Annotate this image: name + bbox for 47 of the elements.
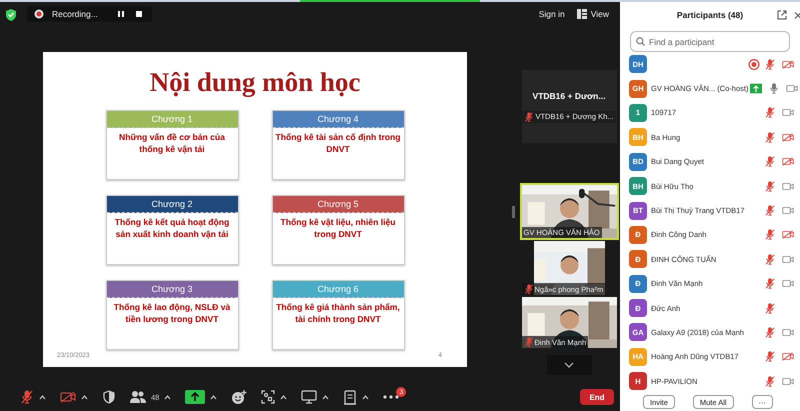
search-field[interactable]: Find a participant [630, 31, 790, 52]
pop-out-icon[interactable] [777, 10, 787, 20]
chapter-text: Thống kê tài sản cố định trong DNVT [274, 131, 402, 156]
recording-label: Recording... [52, 9, 98, 19]
monitor-icon[interactable] [301, 390, 318, 404]
chapter-text: Những vấn đề cơ bản của thống kê vận tải [118, 131, 226, 156]
caret-icon[interactable] [362, 394, 370, 400]
grid-layout-icon [576, 9, 587, 19]
pause-icon[interactable] [116, 9, 126, 19]
muted-mic-icon[interactable] [20, 390, 34, 404]
caret-icon[interactable] [39, 394, 46, 400]
caret-icon[interactable] [280, 394, 288, 400]
chapter-text: Thống kê lao động, NSLĐ và tiền lương trong DNVT [112, 301, 232, 326]
caret-icon[interactable] [81, 394, 88, 400]
panel-title: Participants (48) [676, 10, 744, 20]
caret-icon[interactable] [164, 394, 172, 400]
chapter-text: Thống kê giá thành sản phẩm, tài chính trong DNVT [275, 301, 401, 326]
chapter-heading: Chương 5 [272, 196, 404, 213]
end-button[interactable]: End [580, 389, 614, 405]
chapter-heading: Chương 2 [106, 196, 238, 213]
chevron-down-icon [564, 362, 574, 368]
close-icon[interactable] [794, 11, 800, 20]
resize-handle[interactable] [512, 206, 515, 218]
chapter-heading: Chương 1 [106, 111, 238, 128]
shield-check-icon [5, 8, 17, 20]
view-button[interactable]: View [574, 7, 612, 21]
share-screen-icon[interactable] [185, 390, 206, 404]
chapter-text: Thống kê kết quả hoạt động sản xuất kinh doanh vận tải [114, 216, 230, 241]
participant-title: VTDB16 + Dươn... [532, 90, 606, 100]
video-off-icon[interactable] [60, 391, 76, 403]
people-icon[interactable] [130, 390, 146, 404]
chapter-heading: Chương 6 [272, 281, 404, 298]
smiley-icon[interactable] [231, 389, 248, 405]
slide-title: Nội dung môn học [150, 67, 360, 98]
shield-icon[interactable] [102, 390, 116, 404]
chapter-text: Thống kê vật liệu, nhiên liệu trong DNVT [279, 216, 397, 241]
record-icon [34, 9, 44, 19]
more-icon[interactable] [383, 395, 400, 399]
caret-icon[interactable] [210, 394, 218, 400]
notepad-icon[interactable] [343, 390, 358, 404]
chapter-heading: Chương 3 [106, 281, 238, 298]
sign-in-button[interactable]: Sign in [536, 7, 568, 21]
apps-icon[interactable] [261, 390, 276, 404]
chapter-heading: Chương 4 [272, 111, 404, 128]
search-icon [636, 37, 645, 46]
stop-icon[interactable] [134, 9, 144, 19]
caret-icon[interactable] [322, 394, 330, 400]
